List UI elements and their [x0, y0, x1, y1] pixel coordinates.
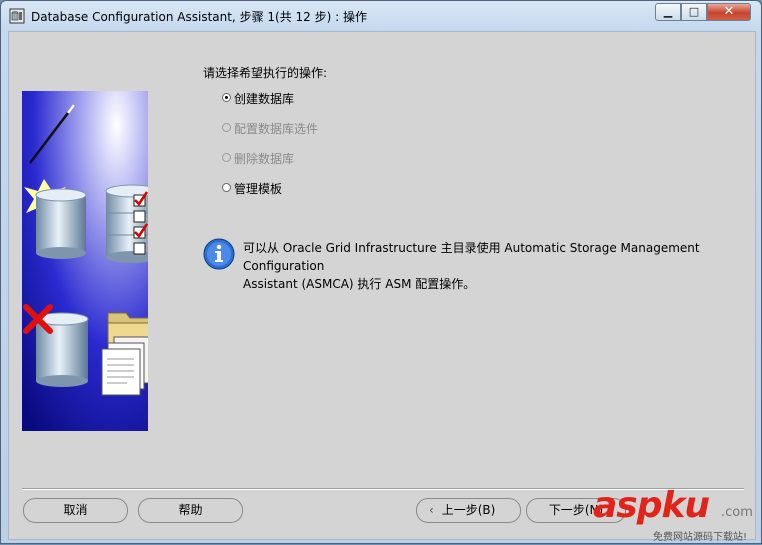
- radio-delete-database: [222, 153, 231, 162]
- option-label: 配置数据库选件: [234, 122, 319, 136]
- radio-create-database[interactable]: [222, 93, 231, 102]
- option-label: 管理模板: [234, 182, 283, 196]
- app-icon: [9, 8, 25, 24]
- watermark: aspku .com 免费网站源码下载站!: [593, 485, 758, 545]
- chevron-left-icon: ‹: [429, 503, 434, 517]
- radio-manage-templates[interactable]: [222, 183, 231, 192]
- back-button-label: 上一步(B): [441, 503, 496, 517]
- window-title: Database Configuration Assistant, 步骤 1(共…: [31, 10, 367, 24]
- back-button[interactable]: ‹ 上一步(B): [416, 498, 521, 523]
- watermark-text: aspku: [593, 485, 710, 526]
- database-illustration: [22, 91, 148, 431]
- title-bar[interactable]: Database Configuration Assistant, 步骤 1(共…: [1, 1, 761, 31]
- cancel-button[interactable]: 取消: [23, 498, 128, 523]
- option-label: 创建数据库: [234, 92, 295, 106]
- maximize-button[interactable]: □: [681, 3, 707, 21]
- info-line-2: Assistant (ASMCA) 执行 ASM 配置操作。: [243, 277, 476, 291]
- minimize-button[interactable]: ▁: [655, 3, 681, 21]
- help-button[interactable]: 帮助: [138, 498, 243, 523]
- dbca-window: Database Configuration Assistant, 步骤 1(共…: [0, 0, 762, 544]
- info-icon: [203, 238, 235, 270]
- database-cylinder-icon: [35, 188, 87, 259]
- info-message: 可以从 Oracle Grid Infrastructure 主目录使用 Aut…: [243, 239, 743, 293]
- documents-icon: [101, 336, 148, 396]
- close-button[interactable]: ✕: [707, 3, 751, 21]
- watermark-subtitle: 免费网站源码下载站!: [653, 532, 748, 543]
- watermark-suffix: .com: [721, 505, 753, 520]
- dialog-content: 请选择希望执行的操作: 创建数据库 配置数据库选件 删除数据库 管理模板 可以从…: [8, 31, 756, 540]
- radio-configure-database-options: [222, 123, 231, 132]
- operation-prompt: 请选择希望执行的操作:: [203, 66, 328, 80]
- info-line-1: 可以从 Oracle Grid Infrastructure 主目录使用 Aut…: [243, 241, 700, 273]
- option-label: 删除数据库: [234, 152, 295, 166]
